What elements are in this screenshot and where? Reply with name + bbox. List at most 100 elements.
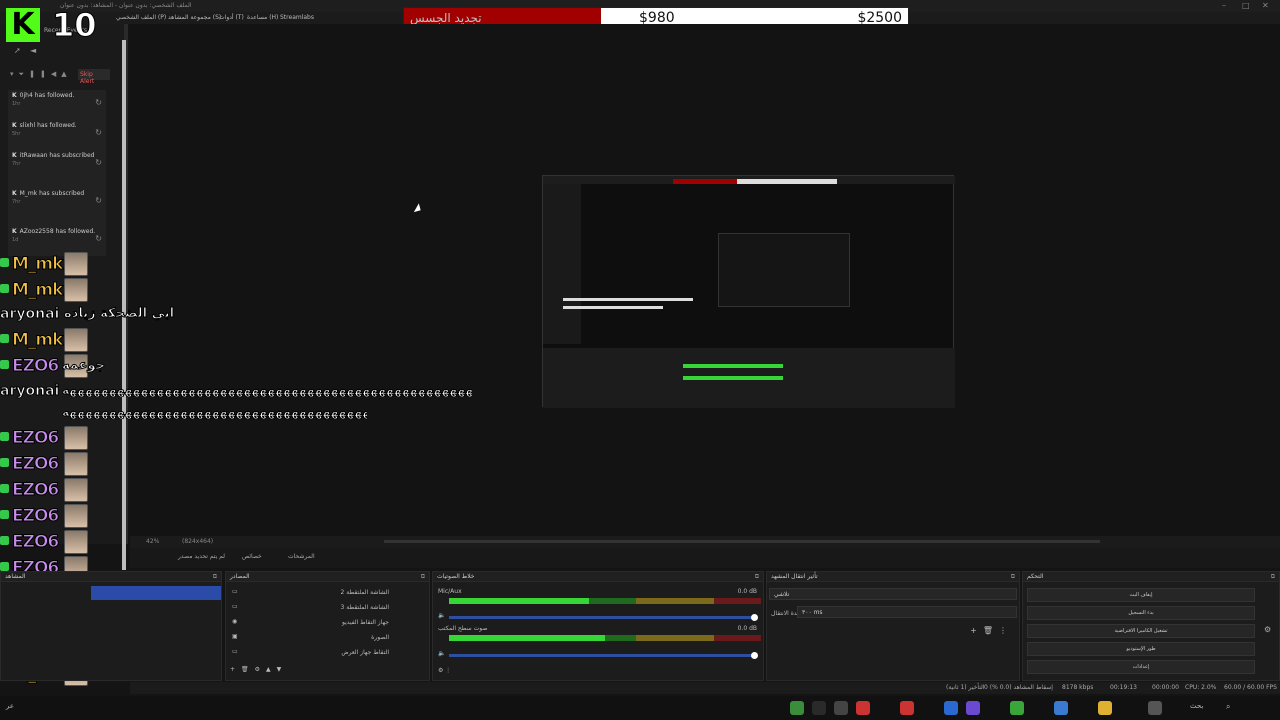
menu-item-scene-collection[interactable]: مجموعة المشاهد (S) bbox=[168, 14, 221, 21]
source-item[interactable]: الشاشة الملتقطة 2 bbox=[341, 589, 390, 596]
undock-icon[interactable]: ⧉ bbox=[755, 573, 759, 581]
undock-icon[interactable]: ⧉ bbox=[213, 573, 217, 581]
app-icon[interactable] bbox=[790, 701, 804, 715]
dock-scrollbar[interactable] bbox=[122, 40, 126, 570]
input-language[interactable]: عر bbox=[6, 702, 14, 710]
replay-icon[interactable]: ↻ bbox=[95, 234, 102, 243]
undock-icon[interactable]: ⧉ bbox=[421, 573, 425, 581]
source-item[interactable]: التقاط جهاز العرض bbox=[341, 649, 389, 656]
skip-alert-button[interactable]: Skip Alert bbox=[78, 69, 110, 85]
menu-item-profile[interactable]: الملف الشخصي (P) bbox=[116, 14, 166, 21]
avatar bbox=[64, 478, 88, 502]
event-time: 7hr bbox=[12, 161, 21, 167]
taskbar: بحث ⌕ عر bbox=[0, 696, 1280, 720]
volume-slider-knob[interactable] bbox=[751, 614, 758, 621]
minimize-icon[interactable]: – bbox=[1222, 1, 1226, 10]
zoom-level[interactable]: 42% bbox=[146, 538, 159, 545]
megaphone-icon[interactable]: ◄ bbox=[30, 46, 36, 55]
maximize-icon[interactable]: □ bbox=[1242, 1, 1250, 10]
chat-badge-icon bbox=[0, 284, 9, 293]
camera-icon: ◉ bbox=[232, 618, 238, 625]
gear-icon[interactable]: ⚙ bbox=[1264, 625, 1271, 634]
stop-streaming-button[interactable]: إيقاف البث bbox=[1027, 588, 1255, 602]
filters-button[interactable]: المرشحات bbox=[288, 553, 315, 560]
app-icon[interactable] bbox=[966, 701, 980, 715]
chat-username: EZO6 bbox=[11, 356, 59, 377]
replay-icon[interactable]: ↻ bbox=[95, 158, 102, 167]
studio-mode-button[interactable]: طور الإستوديو bbox=[1027, 642, 1255, 656]
chat-badge-icon bbox=[0, 484, 9, 493]
app-icon[interactable] bbox=[856, 701, 870, 715]
app-icon[interactable] bbox=[812, 701, 826, 715]
mixer-settings-icon[interactable]: ⚙ ⋮ bbox=[438, 667, 451, 674]
app-icon[interactable] bbox=[900, 701, 914, 715]
event-action: has followed. bbox=[37, 122, 77, 129]
kick-icon: K bbox=[12, 228, 17, 235]
bitrate: 8178 kbps bbox=[1062, 684, 1094, 691]
volume-slider[interactable] bbox=[449, 614, 758, 621]
audio-mixer-panel: خلاط الصوتيات ⧉ Mic/Aux 0.0 dB 🔈 صوت سطح … bbox=[432, 571, 764, 681]
close-icon[interactable]: ✕ bbox=[1262, 1, 1269, 10]
replay-icon[interactable]: ↻ bbox=[95, 196, 102, 205]
source-item[interactable]: جهاز التقاط الفيديو bbox=[342, 619, 389, 626]
chat-username: M_mk bbox=[11, 280, 63, 301]
preview-nested-capture bbox=[542, 175, 955, 408]
chat-username: EZO6 bbox=[11, 454, 59, 475]
menu-item-streamlabs[interactable]: Streamlabs bbox=[280, 14, 314, 21]
display-icon: ▭ bbox=[232, 648, 238, 655]
event-filter-icons[interactable]: ▾⏷❚❚◀▲ bbox=[10, 70, 72, 79]
properties-button[interactable]: خصائص bbox=[242, 553, 262, 560]
chat-badge-icon bbox=[0, 510, 9, 519]
search-icon[interactable]: ⌕ bbox=[1226, 702, 1230, 712]
undock-icon[interactable]: ⧉ bbox=[1011, 573, 1015, 581]
scene-item-selected[interactable] bbox=[91, 586, 221, 600]
taskbar-search[interactable]: بحث bbox=[1190, 702, 1203, 710]
chat-badge-icon bbox=[0, 432, 9, 441]
undock-icon[interactable]: ⧉ bbox=[1271, 573, 1275, 581]
folder-icon[interactable] bbox=[1098, 701, 1112, 715]
settings-button[interactable]: إعدادات bbox=[1027, 660, 1255, 674]
source-toolbar: لم يتم تحديد مصدر خصائص المرشحات bbox=[130, 548, 1280, 568]
start-recording-button[interactable]: بدء التسجيل bbox=[1027, 606, 1255, 620]
chat-message: ابي الضحكة زياده bbox=[63, 306, 175, 322]
transition-action-icons[interactable]: +🗑⋮ bbox=[970, 626, 1013, 635]
list-item: K 0jh4 has followed. 1hr ↻ bbox=[8, 90, 106, 124]
app-icon[interactable] bbox=[1054, 701, 1068, 715]
app-icon[interactable] bbox=[834, 701, 848, 715]
speaker-icon[interactable]: 🔈 bbox=[438, 650, 445, 657]
image-icon: ▣ bbox=[232, 633, 238, 640]
app-icon[interactable] bbox=[1148, 701, 1162, 715]
list-item: KitRawaan has subscribed 7hr ↻ bbox=[8, 150, 106, 188]
fps: 60.00 / 60.00 FPS bbox=[1224, 684, 1277, 691]
chat-message: هههههههههههههههههههههههههههههههههههههههه… bbox=[62, 383, 472, 397]
volume-slider[interactable] bbox=[449, 652, 758, 659]
share-icon[interactable]: ➚ bbox=[14, 46, 21, 55]
replay-icon[interactable]: ↻ bbox=[95, 98, 102, 107]
audio-meter-level bbox=[449, 635, 605, 641]
event-time: 7hr bbox=[12, 199, 21, 205]
source-item[interactable]: الشاشة الملتقطة 3 bbox=[341, 604, 390, 611]
menu-item-help[interactable]: مساعدة (H) bbox=[247, 14, 278, 21]
source-toolbar-icons[interactable]: +🗑⚙▲▼ bbox=[230, 666, 287, 673]
avatar bbox=[64, 452, 88, 476]
transition-duration-input[interactable]: ٣٠٠ ms bbox=[797, 606, 1017, 618]
chat-user: aryonai bbox=[0, 306, 60, 323]
volume-slider-knob[interactable] bbox=[751, 652, 758, 659]
app-icon[interactable] bbox=[1010, 701, 1024, 715]
avatar bbox=[64, 252, 88, 276]
scenes-header: المشاهد ⧉ bbox=[1, 572, 221, 582]
audio-meter-level bbox=[449, 598, 590, 604]
replay-icon[interactable]: ↻ bbox=[95, 128, 102, 137]
event-user: slixhl bbox=[19, 122, 36, 129]
preview-scrollbar[interactable] bbox=[384, 540, 1100, 543]
sources-header: المصادر ⧉ bbox=[226, 572, 429, 582]
app-icon[interactable] bbox=[944, 701, 958, 715]
menu-item-tools[interactable]: أدوات (T) bbox=[219, 14, 244, 21]
avatar bbox=[64, 278, 88, 302]
virtual-camera-button[interactable]: تشغيل الكاميرا الافتراضية bbox=[1027, 624, 1255, 638]
source-item[interactable]: الصورة bbox=[371, 634, 389, 641]
transition-type-select[interactable]: تلاشي bbox=[769, 588, 1017, 600]
avatar bbox=[64, 426, 88, 450]
stream-delay: التأخير (1 ثانية) bbox=[946, 684, 985, 691]
speaker-icon[interactable]: 🔈 bbox=[438, 612, 445, 619]
